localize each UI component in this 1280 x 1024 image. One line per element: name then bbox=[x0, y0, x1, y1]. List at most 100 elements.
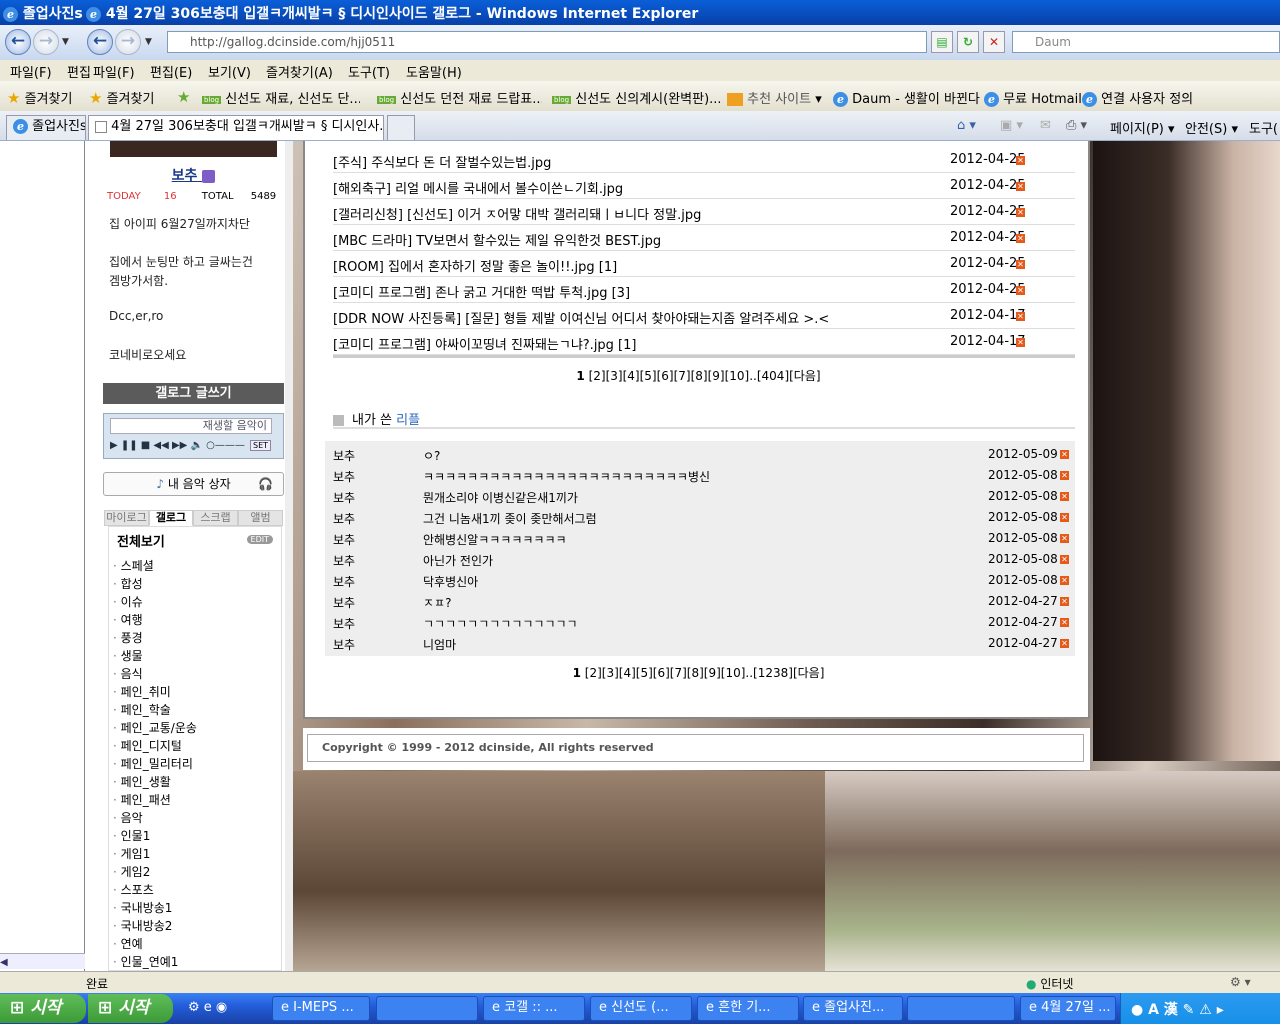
horizontal-scrollbar[interactable]: ◀ bbox=[0, 953, 85, 969]
category-item[interactable]: 풍경 bbox=[113, 629, 197, 647]
page-links[interactable]: [2][3][4][5][6][7][8][9][10]..[1238][다음] bbox=[585, 666, 825, 680]
reply-comment[interactable]: ㅈㅍ? bbox=[423, 594, 451, 611]
category-item[interactable]: 음식 bbox=[113, 665, 197, 683]
taskbar-button[interactable]: e I-MEPS ... bbox=[272, 996, 370, 1021]
stop-icon[interactable]: ✕ bbox=[983, 31, 1005, 53]
reply-row[interactable]: 보추 ㄱㄱㄱㄱㄱㄱㄱㄱㄱㄱㄱㄱㄱㄱ 2012-04-27 ✕ bbox=[325, 612, 1075, 633]
delete-icon[interactable]: ✕ bbox=[1016, 338, 1025, 347]
post-row[interactable]: [MBC 드라마] TV보면서 할수있는 제일 유익한것 BEST.jpg 201… bbox=[333, 225, 1075, 251]
delete-icon[interactable]: ✕ bbox=[1060, 513, 1069, 522]
menu-tools[interactable]: 도구(T) bbox=[348, 62, 390, 81]
delete-icon[interactable]: ✕ bbox=[1060, 534, 1069, 543]
delete-icon[interactable]: ✕ bbox=[1060, 471, 1069, 480]
print-icon[interactable]: ⎙ ▾ bbox=[1066, 118, 1087, 133]
post-title-link[interactable]: [갤러리신청] [신선도] 이거 ㅈ어맣 대박 갤러리돼ㅣㅂ니다 정말.jpg bbox=[333, 204, 701, 223]
quicklaunch-icons[interactable]: ⚙ e ◉ bbox=[188, 1000, 227, 1015]
reply-row[interactable]: 보추 아닌가 전인가 2012-05-08 ✕ bbox=[325, 549, 1075, 570]
category-item[interactable]: 국내방송2 bbox=[113, 917, 197, 935]
add-favorites-icon[interactable]: ★ bbox=[177, 88, 190, 106]
player-set-button[interactable]: SET bbox=[250, 440, 272, 451]
player-controls[interactable]: ▶ ❚❚ ■ ◀◀ ▶▶ 🔈 ○——— bbox=[110, 440, 245, 451]
nickname-link[interactable]: 보추 bbox=[103, 165, 284, 185]
menu-edit-clipped[interactable]: 편집 bbox=[67, 62, 91, 81]
delete-icon[interactable]: ✕ bbox=[1016, 156, 1025, 165]
menu-edit[interactable]: 편집(E) bbox=[150, 62, 192, 81]
category-item[interactable]: 게임2 bbox=[113, 863, 197, 881]
menu-favorites[interactable]: 즐겨찾기(A) bbox=[266, 62, 333, 81]
post-title-link[interactable]: [코미디 프로그램] 야싸이꼬띵녀 진짜돼는ㄱ냐?.jpg [1] bbox=[333, 334, 636, 353]
reply-row[interactable]: 보추 ㅋㅋㅋㅋㅋㅋㅋㅋㅋㅋㅋㅋㅋㅋㅋㅋㅋㅋㅋㅋㅋㅋㅋㅋ병신 2012-05-08 ✕ bbox=[325, 465, 1075, 486]
new-tab-button[interactable] bbox=[387, 115, 415, 140]
tab-mylog[interactable]: 마이로그 bbox=[104, 510, 149, 526]
category-item[interactable]: 음악 bbox=[113, 809, 197, 827]
post-title-link[interactable]: [주식] 주식보다 돈 더 잘벌수있는법.jpg bbox=[333, 152, 551, 171]
sidebar-scrollbar[interactable] bbox=[285, 141, 293, 971]
reply-comment[interactable]: ㅇ? bbox=[423, 447, 440, 464]
post-row[interactable]: [코미디 프로그램] 존나 굵고 거대한 떡밥 투척.jpg [3] 2012-0… bbox=[333, 277, 1075, 303]
post-title-link[interactable]: [ROOM] 집에서 혼자하기 정말 좋은 놀이!!.jpg [1] bbox=[333, 256, 617, 275]
delete-icon[interactable]: ✕ bbox=[1060, 450, 1069, 459]
taskbar-button[interactable]: e 신선도 (... bbox=[590, 996, 692, 1021]
history-dropdown-icon[interactable]: ▼ bbox=[62, 37, 69, 47]
delete-icon[interactable]: ✕ bbox=[1016, 286, 1025, 295]
delete-icon[interactable]: ✕ bbox=[1060, 492, 1069, 501]
fav-link-3[interactable]: blog 신선도 신의계시(완벽판)... bbox=[552, 88, 720, 107]
edit-button[interactable]: EDIT bbox=[246, 535, 273, 544]
fav-link-2[interactable]: blog 신선도 던전 재료 드랍표... bbox=[377, 88, 542, 107]
post-pagination[interactable]: 1 [2][3][4][5][6][7][8][9][10]..[404][다음… bbox=[305, 367, 1092, 384]
taskbar-button[interactable]: e 4월 27일 ... bbox=[1020, 996, 1116, 1021]
refresh-icon[interactable]: ↻ bbox=[957, 31, 979, 53]
delete-icon[interactable]: ✕ bbox=[1016, 312, 1025, 321]
tab-album[interactable]: 앨범 bbox=[238, 510, 283, 526]
search-input[interactable]: Daum bbox=[1012, 31, 1280, 53]
reply-row[interactable]: 보추 그건 니놈새1끼 좆이 좆만해서그럼 2012-05-08 ✕ bbox=[325, 507, 1075, 528]
fav-link-hotmail[interactable]: e 무료 Hotmail bbox=[984, 88, 1082, 107]
post-row[interactable]: [코미디 프로그램] 야싸이꼬띵녀 진짜돼는ㄱ냐?.jpg [1] 2012-04… bbox=[333, 329, 1075, 355]
menu-file-2[interactable]: 파일(F) bbox=[93, 62, 135, 81]
gallog-write-button[interactable]: 갤로그 글쓰기 bbox=[103, 383, 284, 404]
nickname[interactable]: 보추 bbox=[172, 168, 198, 184]
reply-comment[interactable]: 아닌가 전인가 bbox=[423, 552, 493, 569]
mail-icon[interactable]: ✉ bbox=[1040, 118, 1051, 133]
fav-link-1[interactable]: blog 신선도 재료, 신선도 단... bbox=[202, 88, 360, 107]
tools-menu[interactable]: 도구( bbox=[1249, 118, 1278, 137]
reply-row[interactable]: 보추 니엄마 2012-04-27 ✕ bbox=[325, 633, 1075, 654]
category-item[interactable]: 생물 bbox=[113, 647, 197, 665]
tab-gallog[interactable]: 갤로그 bbox=[149, 510, 193, 526]
reply-comment[interactable]: ㅋㅋㅋㅋㅋㅋㅋㅋㅋㅋㅋㅋㅋㅋㅋㅋㅋㅋㅋㅋㅋㅋㅋㅋ병신 bbox=[423, 468, 710, 485]
tab-graduation-photo[interactable]: e 졸업사진s bbox=[6, 115, 86, 140]
taskbar-button[interactable]: e 코갤 :: ... bbox=[483, 996, 585, 1021]
delete-icon[interactable]: ✕ bbox=[1016, 208, 1025, 217]
compat-view-icon[interactable]: ▤ bbox=[931, 31, 953, 53]
category-view-all[interactable]: 전체보기 bbox=[117, 531, 165, 550]
home-icon[interactable]: ⌂ ▾ bbox=[957, 118, 976, 133]
post-row[interactable]: [갤러리신청] [신선도] 이거 ㅈ어맣 대박 갤러리돼ㅣㅂ니다 정말.jpg 2… bbox=[333, 199, 1075, 225]
favorites-button-2[interactable]: ★ 즐겨찾기 bbox=[89, 88, 154, 107]
category-item[interactable]: 인물_연예1 bbox=[113, 953, 197, 971]
delete-icon[interactable]: ✕ bbox=[1060, 597, 1069, 606]
category-item[interactable]: 페인_교통/운송 bbox=[113, 719, 197, 737]
post-title-link[interactable]: [해외축구] 리얼 메시를 국내에서 볼수이쓴ㄴ기회.jpg bbox=[333, 178, 623, 197]
taskbar-button[interactable]: e 졸업사진... bbox=[803, 996, 903, 1021]
my-music-box-button[interactable]: ♪ 내 음악 상자 🎧 bbox=[103, 472, 284, 496]
category-item[interactable]: 인물1 bbox=[113, 827, 197, 845]
back-button-2[interactable]: ← bbox=[87, 29, 113, 55]
category-item[interactable]: 페인_패션 bbox=[113, 791, 197, 809]
reply-row[interactable]: 보추 ㅈㅍ? 2012-04-27 ✕ bbox=[325, 591, 1075, 612]
history-dropdown-icon-2[interactable]: ▼ bbox=[145, 37, 152, 47]
page-menu[interactable]: 페이지(P) ▾ bbox=[1110, 118, 1175, 137]
start-button-2[interactable]: ⊞ 시작 bbox=[88, 994, 173, 1023]
category-item[interactable]: 페인_생활 bbox=[113, 773, 197, 791]
reply-pagination[interactable]: 1 [2][3][4][5][6][7][8][9][10]..[1238][다… bbox=[305, 664, 1092, 681]
category-item[interactable]: 연예 bbox=[113, 935, 197, 953]
category-item[interactable]: 이슈 bbox=[113, 593, 197, 611]
reply-comment[interactable]: ㄱㄱㄱㄱㄱㄱㄱㄱㄱㄱㄱㄱㄱㄱ bbox=[423, 615, 578, 632]
post-title-link[interactable]: [MBC 드라마] TV보면서 할수있는 제일 유익한것 BEST.jpg bbox=[333, 230, 661, 249]
reply-comment[interactable]: 안해병신알ㅋㅋㅋㅋㅋㅋㅋㅋ bbox=[423, 531, 567, 548]
delete-icon[interactable]: ✕ bbox=[1060, 555, 1069, 564]
delete-icon[interactable]: ✕ bbox=[1016, 234, 1025, 243]
taskbar-button[interactable]: e 흔한 기... bbox=[697, 996, 799, 1021]
address-bar[interactable]: http://gallog.dcinside.com/hjj0511 bbox=[167, 31, 927, 53]
category-item[interactable]: 스페셜 bbox=[113, 557, 197, 575]
tab-scrap[interactable]: 스크랩 bbox=[193, 510, 238, 526]
